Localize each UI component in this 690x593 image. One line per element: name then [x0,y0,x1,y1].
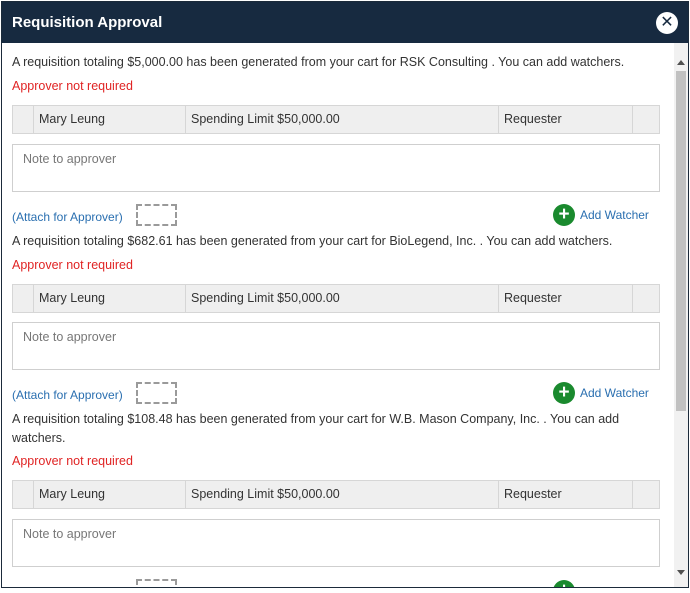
requisition-message: A requisition totaling $108.48 has been … [12,412,620,445]
approver-status: Approver not required [12,79,133,93]
dialog-title: Requisition Approval [12,14,163,31]
spending-limit: Spending Limit $50,000.00 [186,285,499,312]
note-to-approver-input[interactable] [12,322,660,370]
approver-row: Mary Leung Spending Limit $50,000.00 Req… [12,480,660,509]
dialog-content: A requisition totaling $5,000.00 has bee… [2,43,674,587]
requisition-message: A requisition totaling $5,000.00 has bee… [12,55,625,69]
plus-icon: + [553,204,575,226]
approver-row-spacer [13,106,34,133]
spending-limit: Spending Limit $50,000.00 [186,481,499,508]
add-watcher-label: Add Watcher [580,386,649,400]
scroll-up-icon[interactable] [677,60,685,65]
approver-row: Mary Leung Spending Limit $50,000.00 Req… [12,284,660,313]
note-to-approver-input[interactable] [12,144,660,192]
requisition-section: A requisition totaling $682.61 has been … [2,232,674,404]
requisition-section: A requisition totaling $108.48 has been … [2,410,674,587]
attachment-drop-zone[interactable] [136,382,177,404]
vertical-scrollbar[interactable] [674,43,688,587]
approver-role: Requester [499,106,633,133]
plus-icon: + [553,580,575,587]
approver-row-end [633,106,660,133]
approver-row-spacer [13,481,34,508]
note-to-approver-input[interactable] [12,519,660,567]
approver-name: Mary Leung [34,106,186,133]
approver-row-spacer [13,285,34,312]
attachment-drop-zone[interactable] [136,579,177,587]
requisition-section: A requisition totaling $5,000.00 has bee… [2,53,674,226]
approver-row-end [633,481,660,508]
add-watcher-label: Add Watcher [580,208,649,222]
scrollbar-thumb[interactable] [676,71,686,411]
approver-name: Mary Leung [34,481,186,508]
requisition-message: A requisition totaling $682.61 has been … [12,234,613,248]
attach-for-approver-link[interactable]: (Attach for Approver) [12,210,123,224]
approver-status: Approver not required [12,258,133,272]
approver-name: Mary Leung [34,285,186,312]
close-icon[interactable]: ✕ [656,12,678,34]
approver-row: Mary Leung Spending Limit $50,000.00 Req… [12,105,660,134]
dialog-header: Requisition Approval ✕ [2,2,688,43]
spending-limit: Spending Limit $50,000.00 [186,106,499,133]
approver-role: Requester [499,285,633,312]
scroll-down-icon[interactable] [677,570,685,575]
approver-role: Requester [499,481,633,508]
plus-icon: + [553,382,575,404]
attachment-drop-zone[interactable] [136,204,177,226]
approver-status: Approver not required [12,454,133,468]
approver-row-end [633,285,660,312]
requisition-approval-dialog: Requisition Approval ✕ A requisition tot… [1,1,689,588]
attach-for-approver-link[interactable]: (Attach for Approver) [12,388,123,402]
